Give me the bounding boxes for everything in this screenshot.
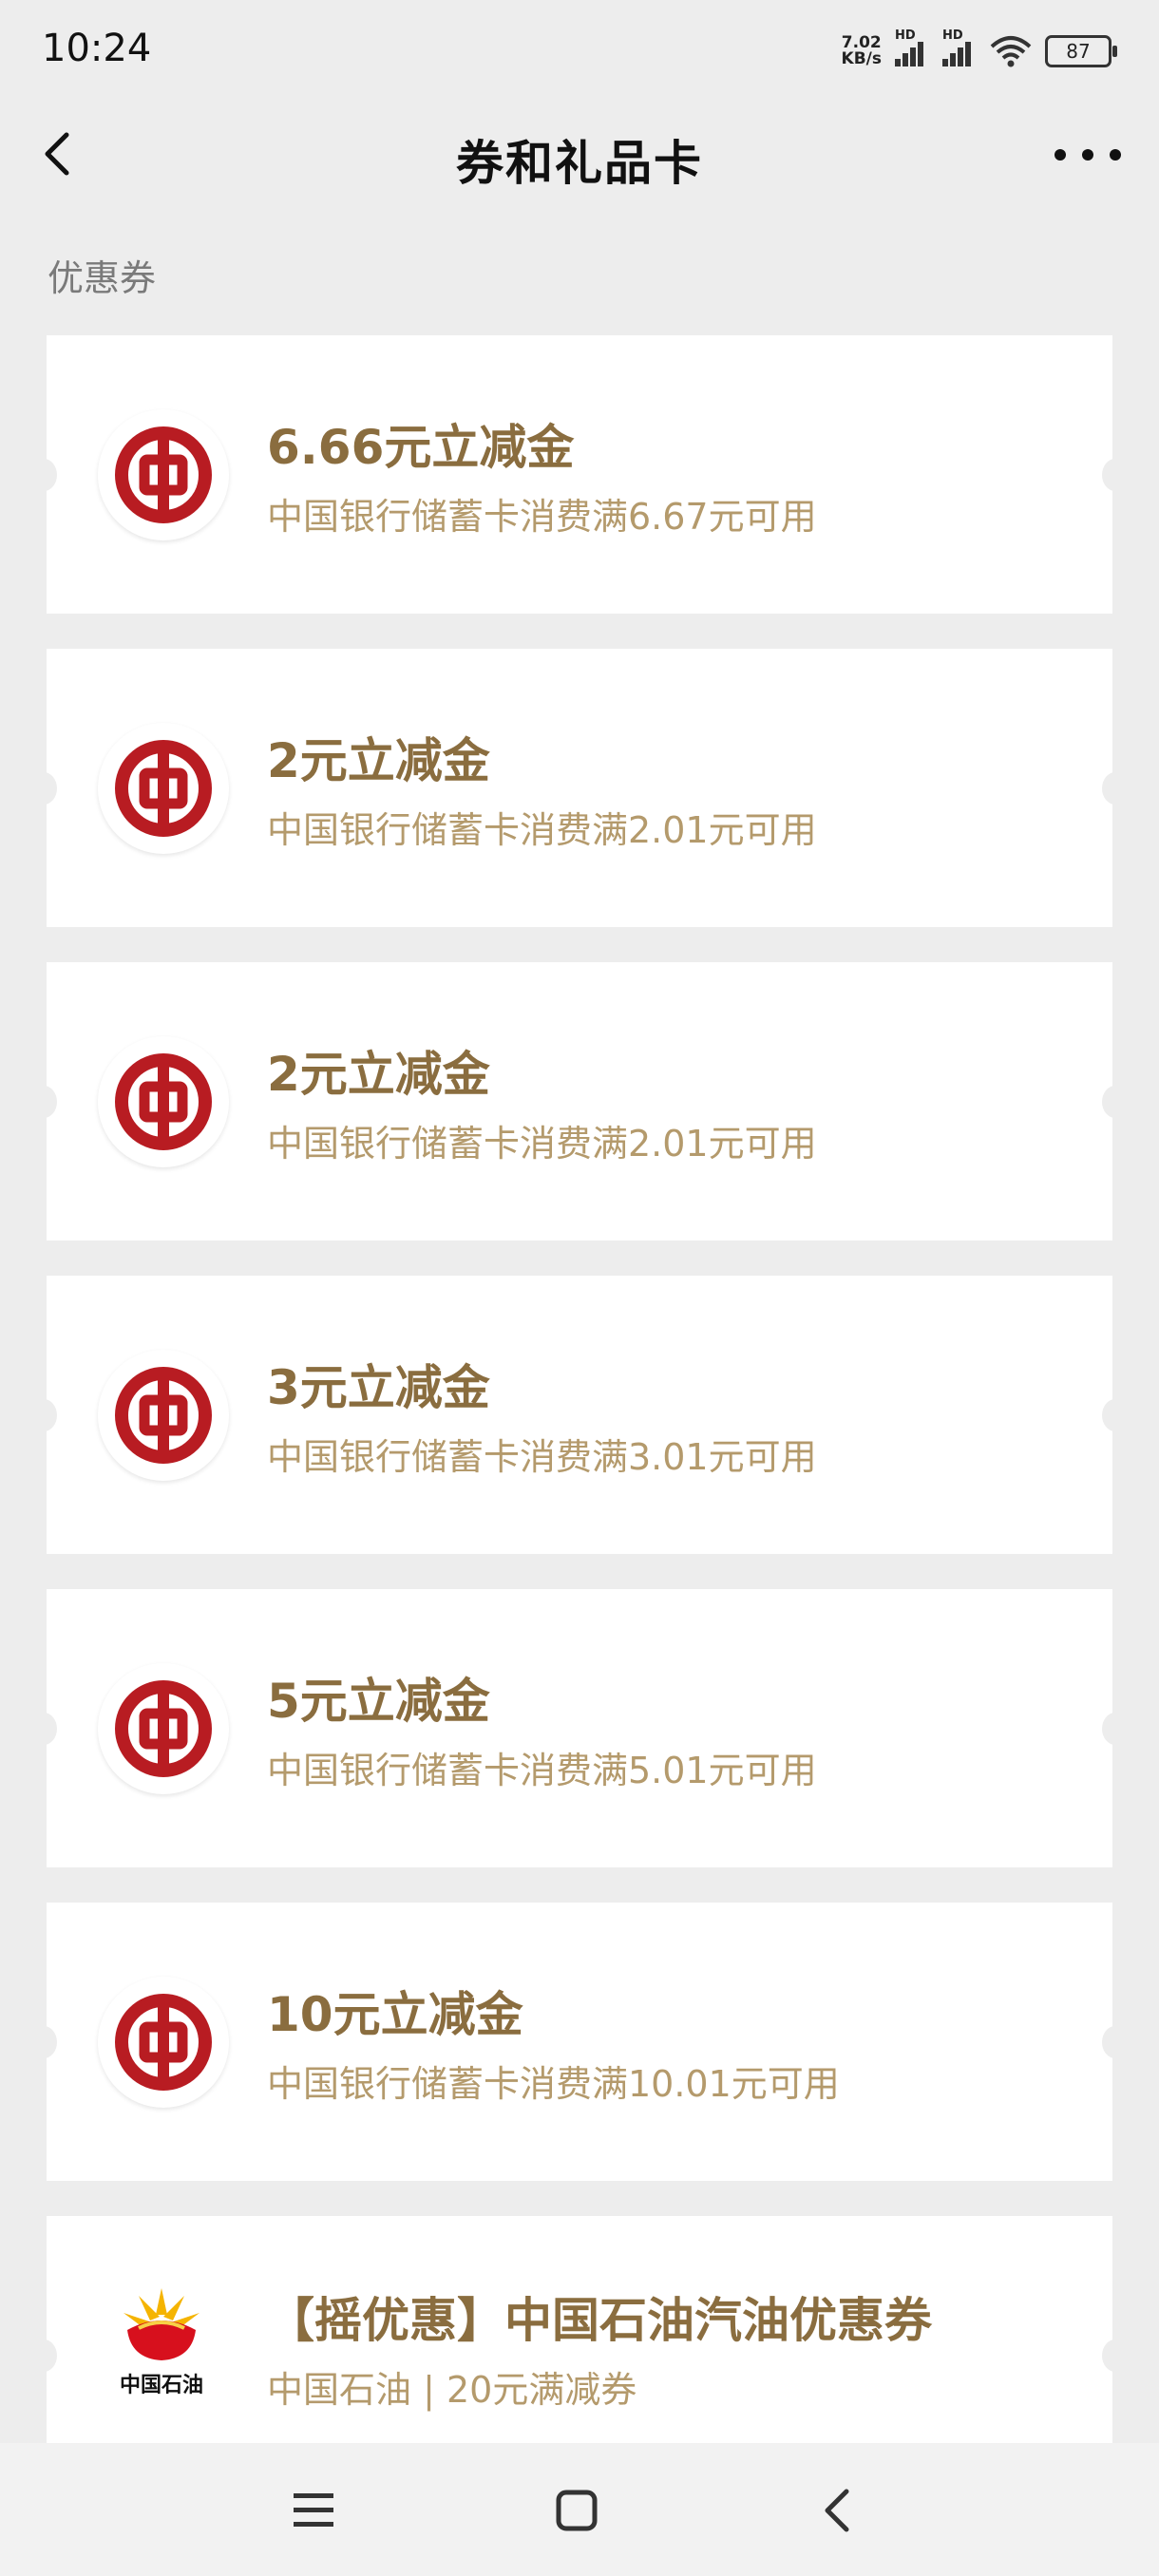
boc-logo-icon bbox=[98, 1663, 229, 1794]
ticket-notch bbox=[1102, 2339, 1112, 2372]
boc-logo-icon bbox=[98, 1036, 229, 1167]
ticket-notch bbox=[1102, 1399, 1112, 1431]
coupon-title: 5元立减金 bbox=[267, 1674, 490, 1729]
boc-logo-icon bbox=[98, 1977, 229, 2108]
sim2-hd-label: HD bbox=[942, 28, 963, 43]
coupon-desc: 中国银行储蓄卡消费满3.01元可用 bbox=[267, 1436, 817, 1478]
signal-icon: HD bbox=[942, 28, 977, 66]
ticket-notch bbox=[47, 1086, 57, 1118]
ticket-notch bbox=[47, 1713, 57, 1745]
ticket-notch bbox=[47, 772, 57, 805]
coupon-title: 6.66元立减金 bbox=[267, 420, 575, 475]
more-dot-icon bbox=[1110, 149, 1121, 161]
battery-icon: 87 bbox=[1045, 35, 1117, 67]
system-back-button[interactable] bbox=[804, 2477, 870, 2544]
status-time: 10:24 bbox=[42, 27, 152, 70]
more-dot-icon bbox=[1054, 149, 1066, 161]
coupon-card[interactable]: 10元立减金 中国银行储蓄卡消费满10.01元可用 bbox=[47, 1903, 1112, 2181]
system-nav-bar bbox=[0, 2443, 1159, 2576]
coupon-card[interactable]: 6.66元立减金 中国银行储蓄卡消费满6.67元可用 bbox=[47, 335, 1112, 614]
coupon-desc: 中国银行储蓄卡消费满5.01元可用 bbox=[267, 1750, 817, 1791]
coupon-title: 2元立减金 bbox=[267, 1047, 490, 1102]
ticket-notch bbox=[1102, 1713, 1112, 1745]
more-dot-icon bbox=[1082, 149, 1093, 161]
boc-logo-icon bbox=[98, 409, 229, 540]
nav-header: 券和礼品卡 bbox=[0, 104, 1159, 203]
ticket-notch bbox=[1102, 2026, 1112, 2058]
coupon-card[interactable]: 2元立减金 中国银行储蓄卡消费满2.01元可用 bbox=[47, 962, 1112, 1241]
ticket-notch bbox=[1102, 459, 1112, 491]
menu-icon bbox=[294, 2493, 333, 2527]
network-speed: 7.02 KB/s bbox=[842, 35, 882, 67]
coupon-title: 3元立减金 bbox=[267, 1360, 490, 1415]
coupon-desc: 中国银行储蓄卡消费满6.67元可用 bbox=[267, 496, 817, 538]
coupon-title: 2元立减金 bbox=[267, 733, 490, 788]
more-options-button[interactable] bbox=[1054, 133, 1121, 177]
status-icons: 7.02 KB/s HD HD 87 bbox=[842, 28, 1117, 72]
sim1-hd-label: HD bbox=[895, 28, 916, 43]
back-chevron-icon bbox=[825, 2489, 849, 2532]
boc-logo-icon bbox=[98, 723, 229, 854]
coupon-list: 6.66元立减金 中国银行储蓄卡消费满6.67元可用 2元立减金 中国银行储蓄卡… bbox=[47, 335, 1112, 2444]
ticket-notch bbox=[47, 2339, 57, 2372]
coupon-desc: 中国银行储蓄卡消费满2.01元可用 bbox=[267, 809, 817, 851]
ticket-notch bbox=[47, 1399, 57, 1431]
status-bar: 10:24 7.02 KB/s HD HD 87 bbox=[0, 0, 1159, 104]
home-square-icon bbox=[556, 2490, 598, 2531]
coupon-desc: 中国银行储蓄卡消费满10.01元可用 bbox=[267, 2063, 840, 2105]
ticket-notch bbox=[47, 459, 57, 491]
ticket-notch bbox=[1102, 772, 1112, 805]
boc-logo-icon bbox=[98, 1350, 229, 1481]
coupon-desc: 中国银行储蓄卡消费满2.01元可用 bbox=[267, 1123, 817, 1165]
petrochina-logo-icon: 中国石油 bbox=[109, 2282, 214, 2406]
coupon-title: 【摇优惠】中国石油汽油优惠券 bbox=[267, 2293, 932, 2348]
section-label-coupons: 优惠券 bbox=[48, 257, 157, 299]
ticket-notch bbox=[1102, 1086, 1112, 1118]
coupon-desc: 中国石油 | 20元满减券 bbox=[267, 2369, 637, 2411]
petrochina-logo-text: 中国石油 bbox=[119, 2374, 203, 2397]
coupon-card[interactable]: 5元立减金 中国银行储蓄卡消费满5.01元可用 bbox=[47, 1589, 1112, 1867]
signal-icon: HD bbox=[895, 28, 929, 66]
page-title: 券和礼品卡 bbox=[456, 136, 703, 191]
wifi-icon bbox=[990, 36, 1032, 67]
coupon-card[interactable]: 中国石油 【摇优惠】中国石油汽油优惠券 中国石油 | 20元满减券 bbox=[47, 2216, 1112, 2444]
network-speed-unit: KB/s bbox=[841, 49, 882, 68]
ticket-notch bbox=[47, 2026, 57, 2058]
coupon-title: 10元立减金 bbox=[267, 1987, 523, 2042]
menu-button[interactable] bbox=[280, 2477, 347, 2544]
home-button[interactable] bbox=[543, 2477, 610, 2544]
coupon-card[interactable]: 2元立减金 中国银行储蓄卡消费满2.01元可用 bbox=[47, 649, 1112, 927]
coupon-card[interactable]: 3元立减金 中国银行储蓄卡消费满3.01元可用 bbox=[47, 1276, 1112, 1554]
